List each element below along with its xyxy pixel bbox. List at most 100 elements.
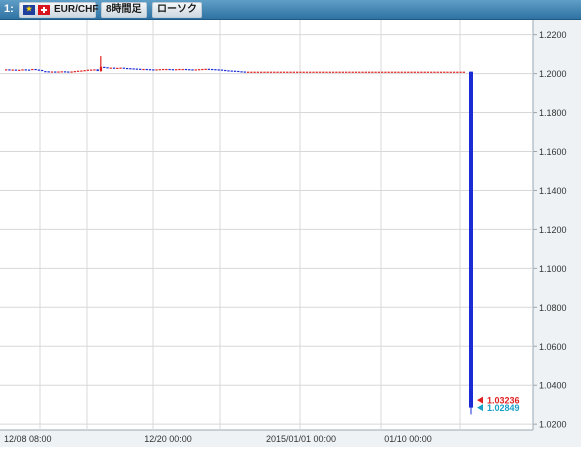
candle — [168, 68, 171, 71]
y-tick-label: 1.1000 — [539, 264, 567, 274]
candle — [394, 71, 397, 73]
candle — [390, 71, 394, 73]
candle — [27, 69, 31, 71]
candle — [364, 71, 367, 73]
currency-pair-selector[interactable]: ★ EUR/CHF — [19, 2, 99, 18]
candle — [282, 71, 286, 73]
candle — [420, 71, 423, 73]
candle — [237, 70, 240, 73]
candle — [171, 69, 175, 71]
candle — [178, 68, 181, 71]
candle — [210, 68, 214, 71]
candle — [361, 71, 364, 73]
candle — [220, 69, 224, 71]
candle — [175, 69, 178, 71]
candle — [426, 71, 430, 73]
candle — [250, 71, 253, 73]
candle — [456, 71, 459, 73]
candle — [122, 67, 125, 69]
candle — [224, 69, 227, 72]
candle — [129, 68, 132, 70]
chart-area[interactable]: 1.03236 1.02849 1.2200 1.2000 1.1800 1.1600 1… — [0, 20, 581, 447]
candle — [358, 71, 361, 73]
candle — [325, 71, 328, 73]
candle — [24, 69, 27, 71]
candle — [76, 70, 80, 72]
candle — [109, 67, 112, 69]
candle — [135, 68, 139, 70]
candle — [197, 69, 201, 71]
x-tick-label: 12/08 08:00 — [4, 434, 52, 444]
candle — [338, 71, 341, 73]
candle — [132, 68, 135, 70]
candle — [5, 69, 8, 71]
candle — [54, 71, 57, 73]
candle — [413, 71, 416, 73]
candle — [263, 71, 266, 73]
candle — [139, 68, 142, 70]
x-tick-label: 01/10 00:00 — [384, 434, 432, 444]
candle — [14, 69, 18, 71]
candle — [83, 70, 86, 72]
candle — [387, 71, 390, 73]
candle — [367, 71, 371, 73]
candle — [67, 71, 70, 73]
candle — [309, 71, 312, 73]
candle — [86, 69, 90, 71]
candle — [47, 71, 50, 73]
candlestick-chart[interactable]: 1.032361.02849 1.22001.20001.18001.16001… — [0, 20, 581, 447]
candle — [148, 69, 152, 71]
crash-candle — [469, 71, 473, 408]
candle — [40, 69, 44, 72]
y-tick-label: 1.1200 — [539, 225, 567, 235]
y-tick-label: 1.0800 — [539, 303, 567, 313]
candle — [331, 71, 335, 73]
candle — [273, 71, 276, 73]
candle — [37, 69, 40, 71]
candle — [371, 71, 374, 73]
chart-titlebar: 1: ★ EUR/CHF 8時間足 ローソク — [0, 0, 581, 20]
candle — [152, 69, 155, 71]
candle — [439, 71, 443, 73]
chart-type-selector[interactable]: ローソク — [152, 2, 202, 18]
candle — [188, 69, 191, 71]
candle — [341, 71, 345, 73]
candle — [125, 67, 129, 70]
candle — [328, 71, 331, 73]
candle — [436, 71, 439, 73]
candle — [184, 68, 188, 71]
candle — [103, 66, 106, 68]
candle — [276, 71, 279, 73]
timeframe-selector[interactable]: 8時間足 — [101, 2, 147, 18]
candle — [90, 69, 93, 71]
price-marker-label: 1.02849 — [487, 403, 520, 413]
candle — [227, 70, 230, 72]
candle — [348, 71, 351, 73]
candle — [201, 68, 204, 71]
candle — [155, 69, 158, 71]
candle — [44, 71, 47, 73]
candle — [292, 71, 296, 73]
candle — [93, 69, 96, 71]
y-tick-label: 1.0200 — [539, 420, 567, 430]
candle — [354, 71, 358, 73]
x-tick-label: 12/20 00:00 — [144, 434, 192, 444]
candle — [106, 67, 109, 69]
candle — [462, 71, 466, 73]
eu-flag-icon: ★ — [23, 5, 35, 15]
candle — [302, 71, 305, 73]
candle — [18, 69, 21, 71]
candle — [312, 71, 315, 73]
candle — [165, 68, 168, 71]
y-tick-label: 1.1800 — [539, 108, 567, 118]
candle — [443, 71, 446, 73]
y-tick-label: 1.2200 — [539, 30, 567, 40]
window-index: 1: — [4, 3, 14, 15]
candle — [322, 71, 325, 73]
candle — [11, 69, 14, 71]
candle — [380, 71, 384, 73]
candle — [243, 71, 246, 73]
currency-pair-label: EUR/CHF — [54, 4, 99, 15]
candle — [240, 71, 243, 73]
candle — [96, 69, 99, 72]
